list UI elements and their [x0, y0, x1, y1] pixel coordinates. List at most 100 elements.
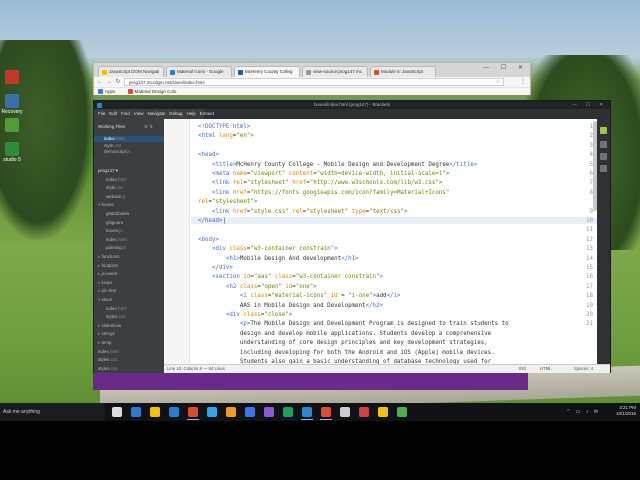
menu-item-view[interactable]: View	[134, 111, 144, 116]
code-line[interactable]: <title>McHenry County College - Mobile D…	[198, 162, 477, 168]
app-icon[interactable]	[340, 407, 350, 417]
app-icon[interactable]	[283, 407, 293, 417]
menu-item-emmet[interactable]: Emmet	[200, 111, 214, 116]
app-icon[interactable]	[378, 407, 388, 417]
clock[interactable]: 3:21 PM 10/1/2016	[616, 405, 636, 417]
edge-icon[interactable]	[131, 407, 141, 417]
menu-icon[interactable]: ⋮	[519, 78, 527, 86]
folder-item[interactable]: pic-test	[98, 288, 117, 294]
app-icon[interactable]	[264, 407, 274, 417]
forward-button[interactable]: →	[105, 78, 113, 86]
file-tree-item[interactable]: index.html	[106, 177, 127, 183]
menu-item-find[interactable]: Find	[121, 111, 130, 116]
illustrator-icon[interactable]	[226, 407, 236, 417]
file-tree-item[interactable]: boxes.js	[106, 228, 123, 234]
file-tree-item[interactable]: styles.css	[98, 357, 118, 363]
code-line[interactable]: rel="stylesheet">	[198, 199, 257, 205]
code-line[interactable]: <link href="style.css" rel="stylesheet" …	[198, 209, 408, 215]
file-tree-item[interactable]: style.css	[106, 185, 123, 191]
working-file-item[interactable]: demoscript.js	[104, 149, 131, 155]
chrome-icon[interactable]	[188, 407, 198, 417]
window-controls[interactable]: — ☐ ✕	[483, 64, 528, 71]
browser-tab[interactable]: JavaScript DOM Navigati	[98, 66, 164, 77]
indent-setting[interactable]: Spaces: 4	[574, 365, 593, 373]
folder-item[interactable]: js-event	[98, 271, 118, 277]
desktop-icon[interactable]	[1, 118, 23, 133]
app-icon[interactable]	[359, 407, 369, 417]
folder-item[interactable]: strings	[98, 331, 115, 337]
desktop-icon[interactable]: Recovery	[1, 94, 23, 115]
code-line[interactable]: <meta name="viewport" content="width=dev…	[198, 171, 449, 177]
app-icon[interactable]	[397, 407, 407, 417]
code-line[interactable]: <link rel="stylesheet" href="http://www.…	[198, 180, 442, 186]
browser-tab[interactable]: view-source:prog147.mc	[302, 66, 368, 77]
code-line[interactable]: <body>	[198, 237, 219, 243]
live-preview-icon[interactable]	[600, 127, 607, 134]
store-icon[interactable]	[169, 407, 179, 417]
menu-item-navigate[interactable]: Navigate	[147, 111, 165, 116]
desktop-icon[interactable]	[1, 70, 23, 85]
code-line[interactable]: including developing for both the Androi…	[198, 350, 495, 356]
extension-icon[interactable]	[600, 165, 607, 172]
chrome-icon[interactable]	[321, 407, 331, 417]
file-tree-item[interactable]: styles.css	[98, 366, 118, 372]
working-file-item[interactable]: index.html	[104, 136, 125, 142]
menu-item-file[interactable]: File	[98, 111, 105, 116]
system-tray-icons[interactable]: ⌃ ▭ ♪ ✉	[566, 409, 600, 415]
code-line[interactable]: </div>	[198, 265, 233, 271]
reload-button[interactable]: ↻	[114, 78, 122, 86]
app-icon[interactable]	[245, 407, 255, 417]
browser-tab[interactable]: McHenry County Colleg	[234, 66, 300, 77]
cortana-search-box[interactable]: Ask me anything	[0, 403, 105, 421]
task-view-icon[interactable]	[112, 407, 122, 417]
working-file-item[interactable]: style.css	[104, 143, 121, 149]
file-tree-item[interactable]: index.html	[106, 237, 127, 243]
back-button[interactable]: ←	[96, 78, 104, 86]
photoshop-icon[interactable]	[207, 407, 217, 417]
file-tree-item[interactable]: index.html	[106, 306, 127, 312]
extension-icon[interactable]	[600, 153, 607, 160]
code-line[interactable]: <h1>Mobile Design And development</h1>	[198, 256, 359, 262]
code-line[interactable]: <!DOCTYPE html>	[198, 124, 250, 130]
insert-mode[interactable]: INS	[519, 365, 526, 373]
code-line[interactable]: <p>The Mobile Design and Development Pro…	[198, 321, 509, 327]
menu-item-debug[interactable]: Debug	[169, 111, 182, 116]
folder-item[interactable]: temp	[98, 340, 112, 346]
file-tree-item[interactable]: website.js	[106, 194, 126, 200]
code-line[interactable]: AAS in Mobile Design and Development</h2…	[198, 303, 383, 309]
address-bar[interactable]: prog147.mccdgm.net/sixes/index.html ☆	[124, 78, 504, 86]
code-line[interactable]: <i class="material-icons" id = "i-one">a…	[198, 293, 401, 299]
brackets-icon[interactable]	[302, 407, 312, 417]
code-line[interactable]: <head>	[198, 152, 219, 158]
file-tree-item[interactable]: index.html	[98, 349, 119, 355]
sidebar-settings-icon[interactable]: ⚙ ⇅	[144, 124, 153, 130]
code-line[interactable]: <html lang="en">	[198, 133, 254, 139]
extension-manager-icon[interactable]	[600, 141, 607, 148]
code-line[interactable]: <h2 class="open" id="one">	[198, 284, 317, 290]
menu-item-edit[interactable]: Edit	[109, 111, 117, 116]
code-line[interactable]: <link href="https://fonts.googleapis.com…	[198, 190, 449, 196]
bookmark-item[interactable]: Material Design Colo	[127, 88, 176, 95]
code-line[interactable]: <div class="w3-container constrain">	[198, 246, 338, 252]
file-tree-item[interactable]: gitattributes	[106, 211, 129, 217]
code-line[interactable]: design and develop mobile applications. …	[198, 331, 491, 337]
editor-window-controls[interactable]: — ☐ ✕	[572, 101, 607, 109]
desktop-icon[interactable]: studio 5	[1, 142, 23, 163]
code-editor[interactable]: 1 <!DOCTYPE html> 2 <html lang="en"> 3 4 <head…	[164, 119, 597, 364]
folder-item[interactable]: functions	[98, 254, 120, 260]
folder-item[interactable]: footprint	[98, 263, 118, 269]
code-line[interactable]: </head>|	[198, 218, 226, 224]
code-line[interactable]: <section id="aas" class="w3-container co…	[198, 274, 383, 280]
file-tree-item[interactable]: styles.css	[106, 314, 126, 320]
file-tree-item[interactable]: gitignore	[106, 220, 123, 226]
star-icon[interactable]: ☆	[496, 79, 500, 86]
language-mode[interactable]: HTML	[540, 365, 552, 373]
file-tree-item[interactable]: painting.js	[106, 245, 126, 251]
folder-item[interactable]: loops	[98, 280, 113, 286]
file-explorer-icon[interactable]	[150, 407, 160, 417]
menu-item-help[interactable]: Help	[187, 111, 196, 116]
code-line[interactable]: understanding of core design principles …	[198, 340, 488, 346]
project-title[interactable]: prog147 ▾	[98, 168, 118, 174]
browser-tab[interactable]: Module 5: JavaScript	[370, 66, 436, 77]
code-line[interactable]: <div class="close">	[198, 312, 292, 318]
